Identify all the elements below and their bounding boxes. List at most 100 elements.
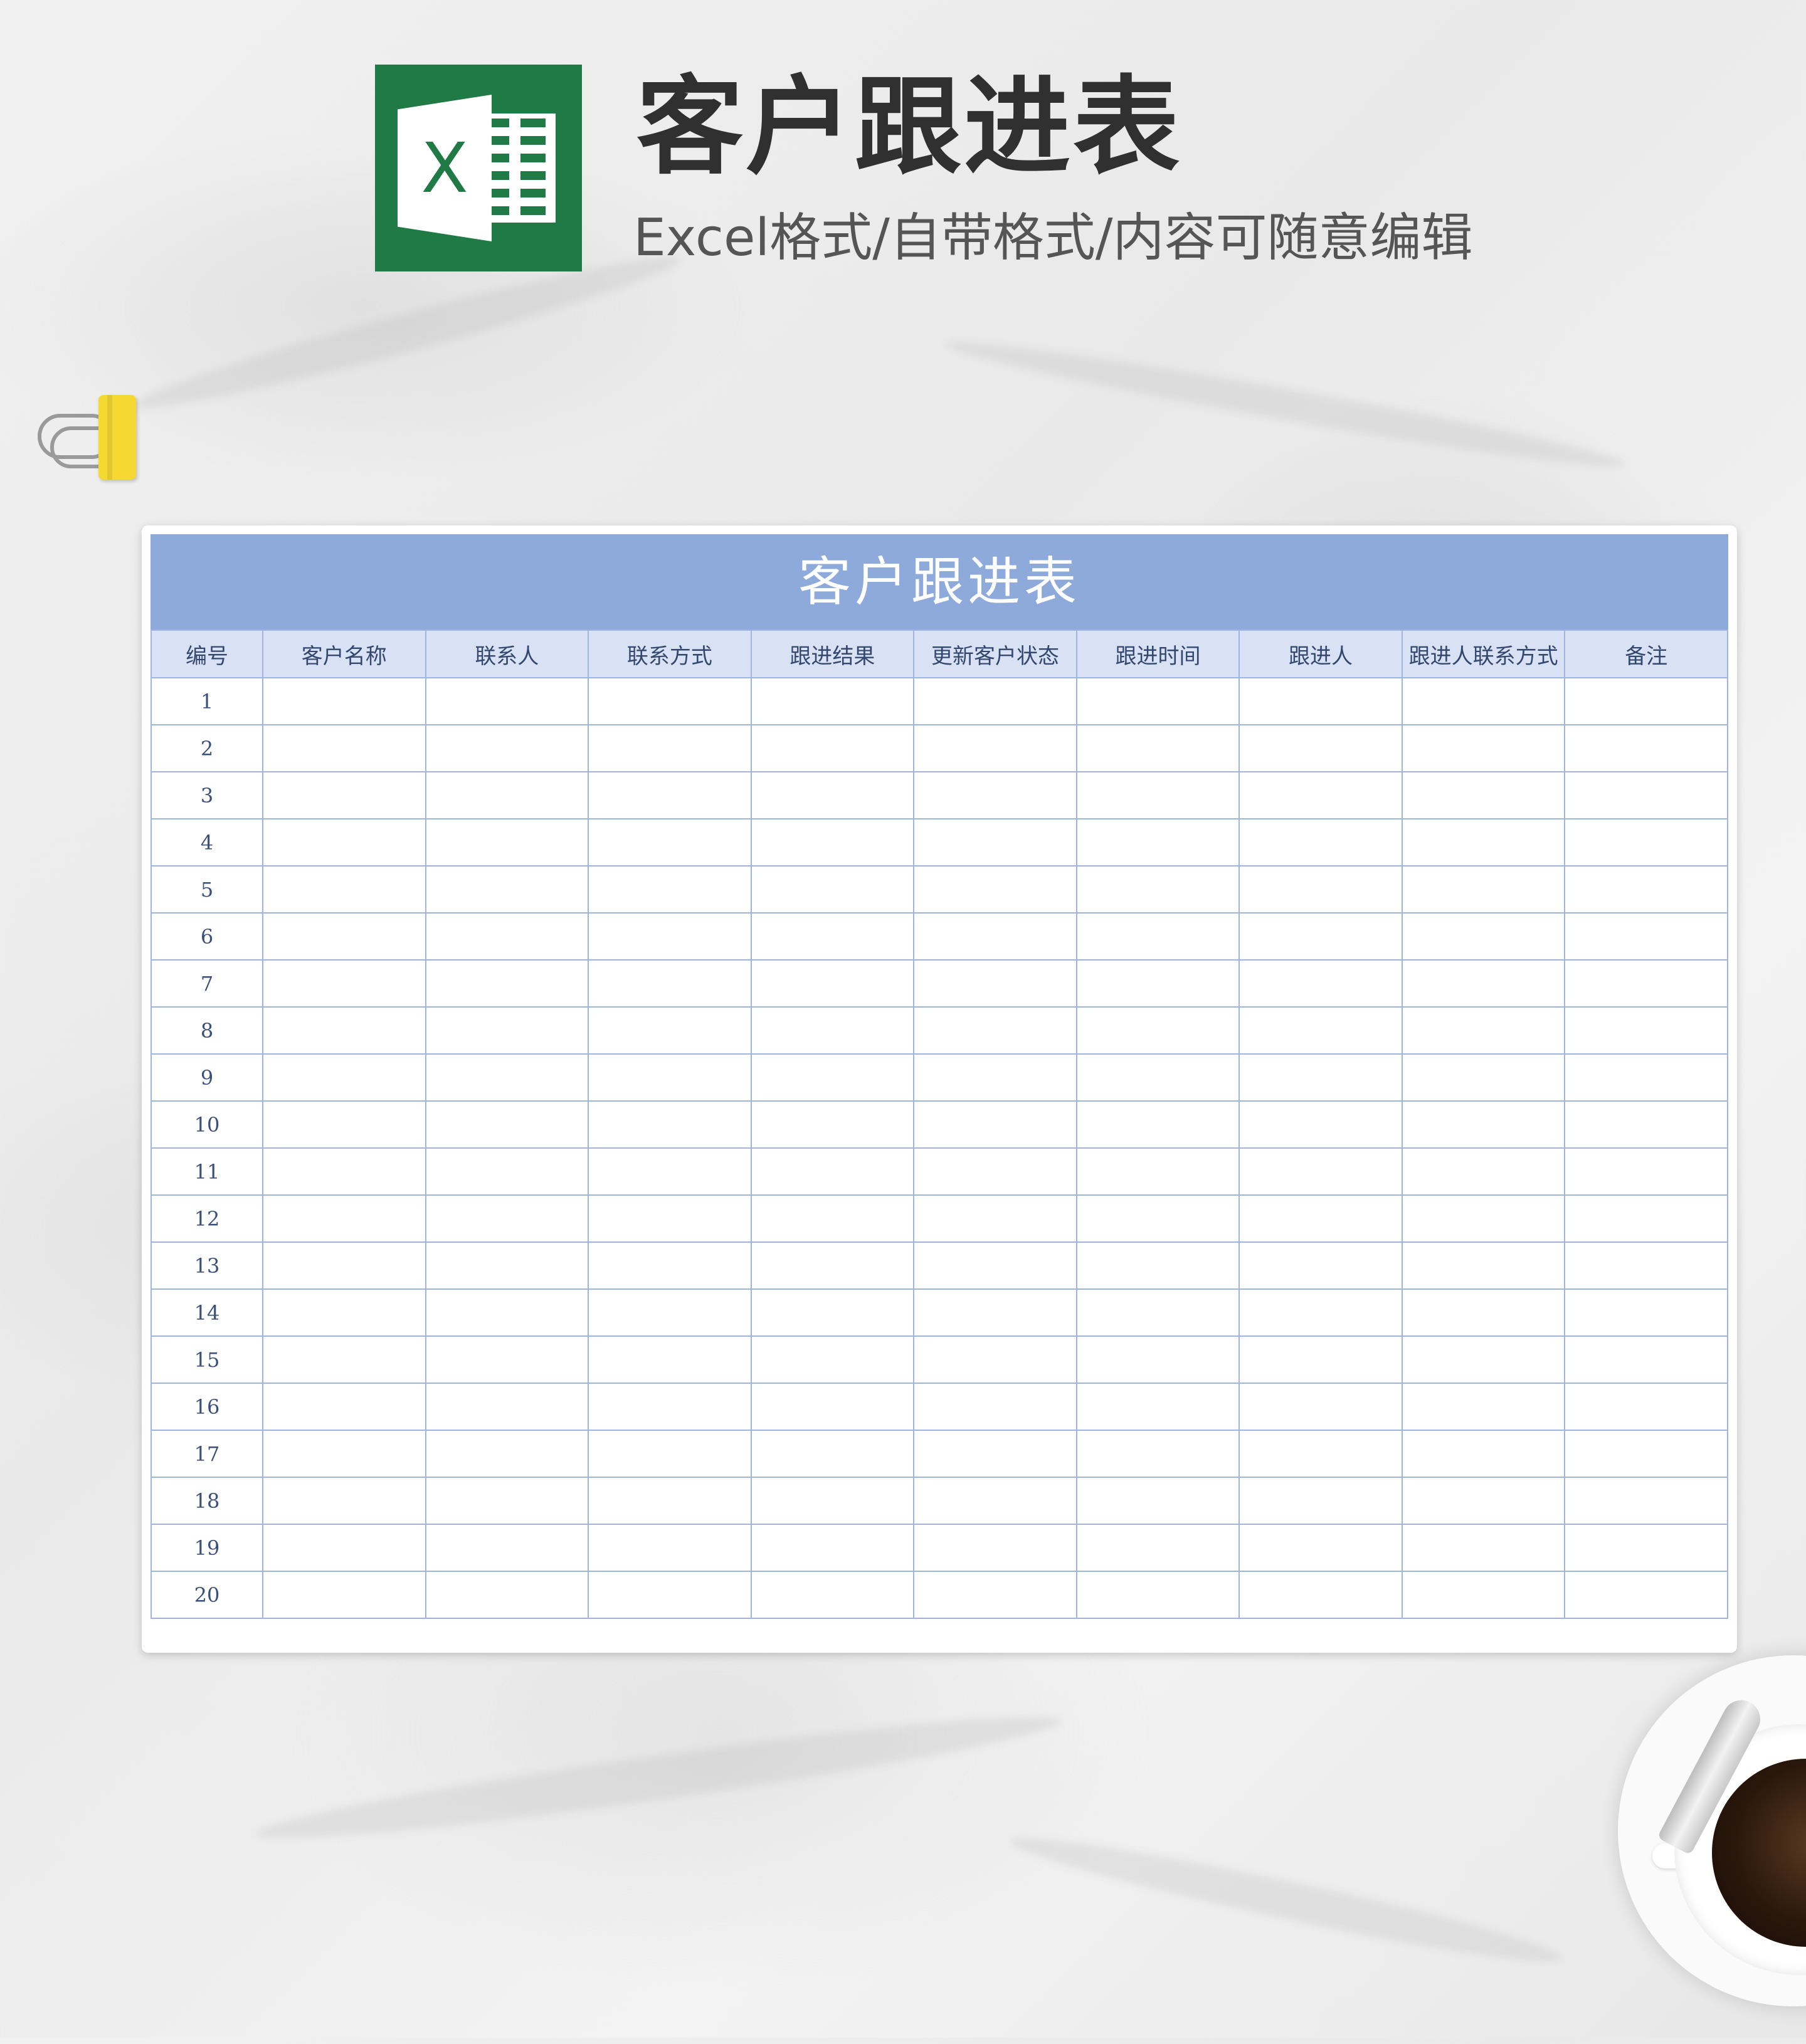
table-cell[interactable] xyxy=(1564,1053,1728,1102)
table-cell[interactable] xyxy=(1238,1100,1403,1149)
table-cell[interactable] xyxy=(1075,1006,1240,1055)
table-cell[interactable] xyxy=(1238,818,1403,867)
table-cell[interactable] xyxy=(1401,1524,1566,1572)
table-cell[interactable] xyxy=(1401,1241,1566,1290)
table-cell[interactable] xyxy=(1564,1100,1728,1149)
table-cell[interactable] xyxy=(262,1194,426,1243)
table-cell[interactable] xyxy=(1564,1571,1728,1619)
table-cell[interactable] xyxy=(262,959,426,1008)
table-cell[interactable] xyxy=(750,1524,915,1572)
table-cell[interactable] xyxy=(1075,818,1240,867)
table-cell[interactable] xyxy=(1401,1571,1566,1619)
table-cell[interactable] xyxy=(913,1194,1077,1243)
table-cell[interactable] xyxy=(1075,771,1240,819)
table-cell[interactable] xyxy=(262,1288,426,1337)
table-cell[interactable] xyxy=(1401,1053,1566,1102)
table-cell[interactable] xyxy=(1401,865,1566,914)
table-cell[interactable] xyxy=(588,1053,752,1102)
table-cell[interactable] xyxy=(425,1524,589,1572)
table-cell[interactable] xyxy=(262,1053,426,1102)
table-cell[interactable] xyxy=(588,771,752,819)
table-cell[interactable] xyxy=(425,724,589,772)
table-cell[interactable] xyxy=(1238,1430,1403,1478)
table-cell[interactable] xyxy=(1238,1524,1403,1572)
table-cell[interactable] xyxy=(262,1524,426,1572)
table-cell[interactable] xyxy=(913,1383,1077,1431)
table-cell[interactable] xyxy=(1401,1006,1566,1055)
table-cell[interactable] xyxy=(262,1383,426,1431)
table-cell[interactable] xyxy=(750,1006,915,1055)
table-cell[interactable] xyxy=(262,818,426,867)
table-cell[interactable] xyxy=(1075,1288,1240,1337)
table-cell[interactable] xyxy=(750,1241,915,1290)
table-cell[interactable] xyxy=(425,1194,589,1243)
table-cell[interactable] xyxy=(1401,1335,1566,1384)
table-cell[interactable] xyxy=(1564,912,1728,961)
table-cell[interactable] xyxy=(262,865,426,914)
table-cell[interactable] xyxy=(425,1383,589,1431)
table-cell[interactable] xyxy=(425,865,589,914)
table-cell[interactable] xyxy=(1564,1430,1728,1478)
table-cell[interactable] xyxy=(1238,959,1403,1008)
table-cell[interactable] xyxy=(1075,865,1240,914)
table-cell[interactable] xyxy=(588,865,752,914)
table-cell[interactable] xyxy=(1564,677,1728,725)
table-cell[interactable] xyxy=(1238,771,1403,819)
table-cell[interactable] xyxy=(1075,1335,1240,1384)
table-cell[interactable] xyxy=(425,1288,589,1337)
table-cell[interactable] xyxy=(913,1571,1077,1619)
table-cell[interactable] xyxy=(425,677,589,725)
table-cell[interactable] xyxy=(1564,1383,1728,1431)
table-cell[interactable] xyxy=(1564,1288,1728,1337)
table-cell[interactable] xyxy=(262,1335,426,1384)
table-cell[interactable] xyxy=(1238,1571,1403,1619)
table-cell[interactable] xyxy=(1075,1524,1240,1572)
table-cell[interactable] xyxy=(913,959,1077,1008)
table-cell[interactable] xyxy=(588,1194,752,1243)
table-cell[interactable] xyxy=(1564,1147,1728,1196)
table-cell[interactable] xyxy=(588,1477,752,1525)
table-cell[interactable] xyxy=(262,724,426,772)
table-cell[interactable] xyxy=(588,1100,752,1149)
table-cell[interactable] xyxy=(588,724,752,772)
table-cell[interactable] xyxy=(913,1335,1077,1384)
table-cell[interactable] xyxy=(913,865,1077,914)
table-cell[interactable] xyxy=(913,1100,1077,1149)
table-cell[interactable] xyxy=(1401,771,1566,819)
table-cell[interactable] xyxy=(913,1053,1077,1102)
table-cell[interactable] xyxy=(1238,1288,1403,1337)
table-cell[interactable] xyxy=(1401,1100,1566,1149)
table-cell[interactable] xyxy=(1401,724,1566,772)
table-cell[interactable] xyxy=(588,1288,752,1337)
table-cell[interactable] xyxy=(750,724,915,772)
table-cell[interactable] xyxy=(750,818,915,867)
table-cell[interactable] xyxy=(425,1241,589,1290)
table-cell[interactable] xyxy=(1401,912,1566,961)
table-cell[interactable] xyxy=(425,959,589,1008)
table-cell[interactable] xyxy=(1075,724,1240,772)
table-cell[interactable] xyxy=(1238,1194,1403,1243)
table-cell[interactable] xyxy=(913,771,1077,819)
table-cell[interactable] xyxy=(913,1430,1077,1478)
table-cell[interactable] xyxy=(1564,1241,1728,1290)
table-cell[interactable] xyxy=(1075,1477,1240,1525)
table-cell[interactable] xyxy=(1238,724,1403,772)
table-cell[interactable] xyxy=(588,1241,752,1290)
table-cell[interactable] xyxy=(1401,1288,1566,1337)
table-cell[interactable] xyxy=(750,959,915,1008)
table-cell[interactable] xyxy=(750,912,915,961)
table-cell[interactable] xyxy=(262,1241,426,1290)
table-cell[interactable] xyxy=(750,1100,915,1149)
table-cell[interactable] xyxy=(1075,1383,1240,1431)
table-cell[interactable] xyxy=(1238,865,1403,914)
table-cell[interactable] xyxy=(1401,959,1566,1008)
table-cell[interactable] xyxy=(425,1006,589,1055)
table-cell[interactable] xyxy=(262,1006,426,1055)
table-cell[interactable] xyxy=(425,1053,589,1102)
table-cell[interactable] xyxy=(262,1430,426,1478)
table-cell[interactable] xyxy=(588,1430,752,1478)
table-cell[interactable] xyxy=(425,1335,589,1384)
table-cell[interactable] xyxy=(588,677,752,725)
table-cell[interactable] xyxy=(588,959,752,1008)
table-cell[interactable] xyxy=(1238,1335,1403,1384)
